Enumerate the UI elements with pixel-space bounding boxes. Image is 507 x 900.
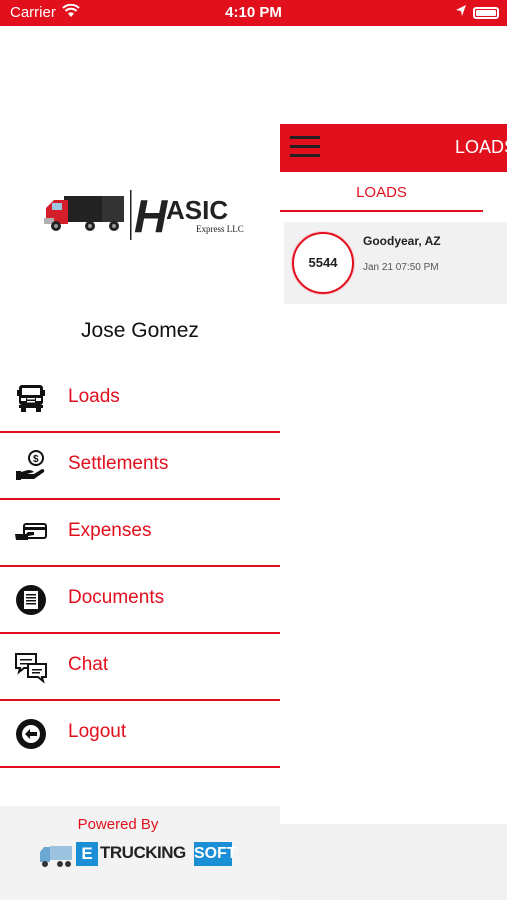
svg-text:$: $	[33, 454, 39, 465]
load-datetime: Jan 21 07:50 PM	[363, 262, 439, 273]
truck-icon	[17, 385, 45, 412]
brand-trucking: TRUCKING	[100, 843, 186, 862]
logo-initial: H	[134, 190, 168, 242]
battery-icon	[473, 7, 499, 19]
menu-item-settlements[interactable]: $ Settlements	[0, 433, 280, 500]
logo-brand: ASIC	[166, 195, 228, 225]
menu-item-label: Loads	[68, 386, 120, 407]
menu-item-expenses[interactable]: Expenses	[0, 500, 280, 567]
drawer-footer: Powered By E TRUCKING SOFT	[0, 806, 280, 900]
chat-icon	[15, 653, 47, 684]
menu-item-label: Expenses	[68, 520, 152, 541]
menu-item-documents[interactable]: Documents	[0, 567, 280, 634]
hamburger-menu-icon[interactable]	[290, 136, 320, 158]
truck-logo-icon	[40, 846, 72, 867]
loads-screen: LOADS LOADS 5544 Goodyear, AZ Jan 21 07:…	[280, 26, 507, 900]
menu-item-label: Chat	[68, 654, 109, 675]
menu-item-label: Documents	[68, 587, 165, 608]
powered-by-label: Powered By	[77, 816, 159, 833]
brand-e: E	[76, 842, 98, 866]
logo-subtitle: Express LLC	[196, 224, 244, 234]
load-city: Goodyear, AZ	[363, 234, 441, 248]
hand-dollar-icon: $	[16, 450, 45, 480]
menu-item-chat[interactable]: Chat	[0, 634, 280, 701]
tab-loads[interactable]: LOADS	[280, 172, 483, 212]
menu-item-logout[interactable]: Logout	[0, 701, 280, 768]
clock: 4:10 PM	[225, 4, 282, 21]
loads-header-title: LOADS	[455, 137, 507, 157]
load-card[interactable]: 5544 Goodyear, AZ Jan 21 07:50 PM	[284, 222, 507, 304]
status-bar: Carrier 4:10 PM	[0, 0, 507, 26]
loads-footer	[280, 824, 507, 900]
user-name: Jose Gomez	[81, 319, 199, 342]
location-arrow-icon	[456, 5, 466, 16]
load-number-badge: 5544	[292, 232, 354, 294]
document-icon	[16, 585, 46, 615]
menu-item-loads[interactable]: Loads	[0, 366, 280, 433]
loads-header: LOADS	[280, 124, 507, 172]
card-hand-icon	[15, 523, 47, 540]
etruckingsoft-logo: E TRUCKING SOFT	[38, 840, 238, 870]
logout-icon	[16, 719, 46, 749]
company-logo: H ASIC Express LLC	[44, 190, 244, 242]
navigation-drawer: H ASIC Express LLC Jose Gomez Loads $ Se…	[0, 26, 280, 900]
brand-soft: SOFT	[194, 842, 237, 866]
menu-item-label: Logout	[68, 721, 127, 742]
menu-item-label: Settlements	[68, 453, 169, 474]
